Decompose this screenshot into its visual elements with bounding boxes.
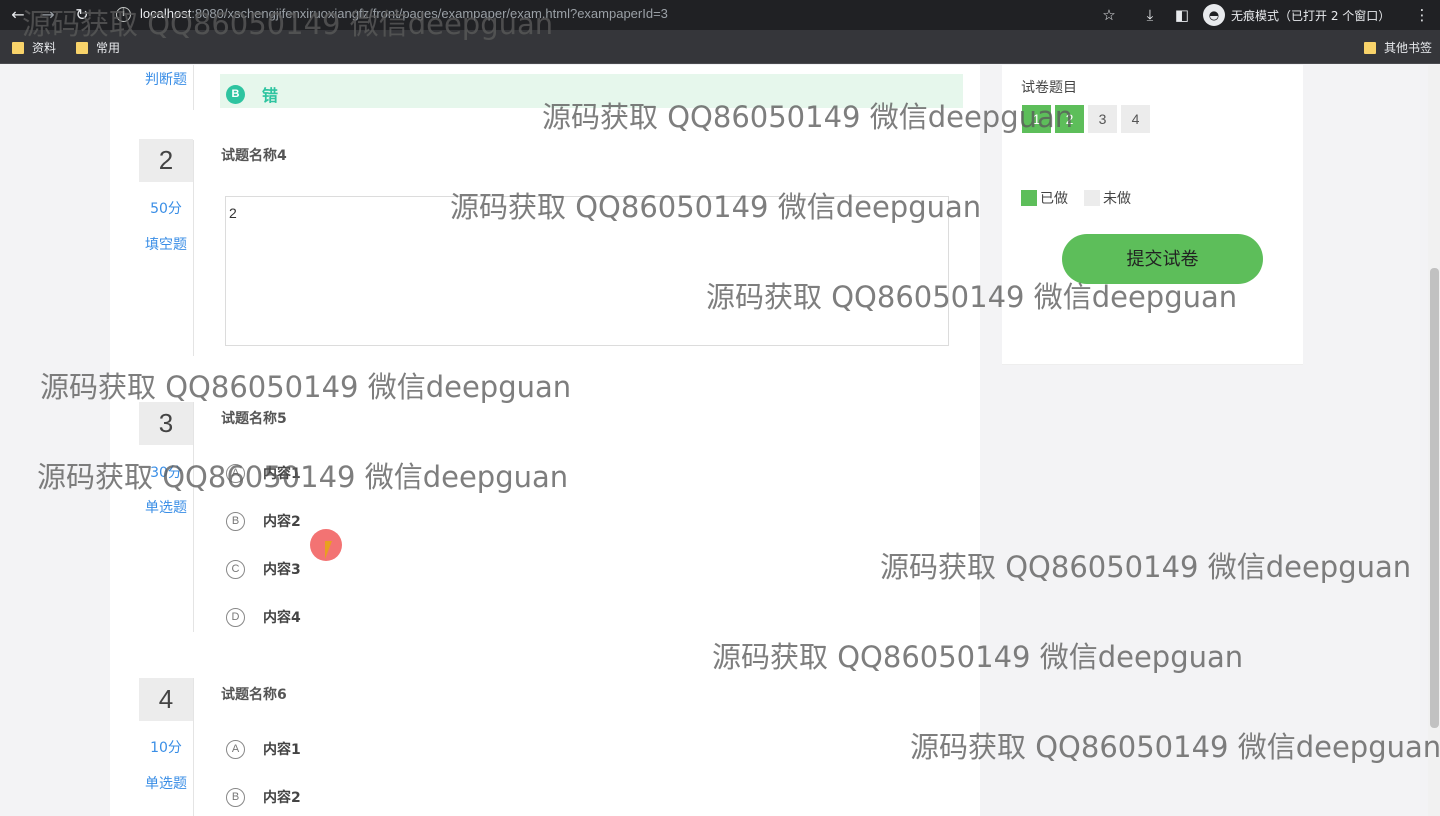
question-number: 2 [139,139,193,182]
page-content: 判断题 B 错 2 50分 填空题 试题名称4 2 3 30分 单选题 试题名称… [0,65,1440,816]
option-text[interactable]: 内容4 [263,607,301,627]
option-letter[interactable]: B [226,512,245,531]
folder-icon [12,41,24,54]
watermark: 源码获取 QQ86050149 微信deepguan [542,100,1074,134]
other-bookmarks[interactable]: 其他书签 [1364,39,1432,56]
question-type: 单选题 [145,776,187,792]
scrollbar-thumb[interactable] [1430,268,1439,728]
question-title: 试题名称6 [221,687,287,703]
legend-done-label: 已做 [1040,191,1068,207]
incognito-label: 无痕模式（已打开 2 个窗口） [1231,8,1391,23]
question-divider [193,402,194,632]
watermark: 源码获取 QQ86050149 微信deepguan [880,550,1412,584]
watermark: 源码获取 QQ86050149 微信deepguan [37,460,569,494]
option-letter[interactable]: B [226,788,245,807]
legend-done-swatch [1021,190,1037,206]
question-type: 填空题 [145,237,187,253]
legend-todo-label: 未做 [1103,191,1131,207]
question-title: 试题名称5 [221,411,287,427]
option-letter[interactable]: C [226,560,245,579]
option-letter-selected[interactable]: B [226,85,245,104]
option-text[interactable]: 内容2 [263,787,301,807]
watermark: 源码获取 QQ86050149 微信deepguan [40,370,572,404]
option-text[interactable]: 内容2 [263,511,301,531]
other-bookmarks-label: 其他书签 [1384,41,1433,55]
option-letter[interactable]: A [226,740,245,759]
option-letter[interactable]: D [226,608,245,627]
incognito-indicator[interactable]: ◓ 无痕模式（已打开 2 个窗口） [1203,3,1390,27]
option-text[interactable]: 内容3 [263,559,301,579]
question-title: 试题名称4 [221,148,287,164]
incognito-icon: ◓ [1203,4,1225,26]
bookmark-star-icon[interactable]: ☆ [1099,5,1119,25]
legend-todo-swatch [1084,190,1100,206]
watermark: 源码获取 QQ86050149 微信deepguan [706,280,1238,314]
download-icon[interactable]: ⤓ [1140,5,1160,25]
nav-question-4[interactable]: 4 [1121,105,1150,133]
folder-icon [1364,41,1376,54]
question-number: 4 [139,678,193,721]
option-text[interactable]: 内容1 [263,739,301,759]
watermark: 源码获取 QQ86050149 微信deepguan [450,190,982,224]
question-type: 单选题 [145,500,187,516]
folder-icon [76,41,88,54]
watermark: 源码获取 QQ86050149 微信deepguan [910,730,1440,764]
cursor-arrow-icon [325,541,339,559]
question-score: 50分 [150,201,182,217]
menu-icon[interactable]: ⋮ [1412,5,1432,25]
side-panel-icon[interactable]: ◧ [1172,5,1192,25]
question-number: 3 [139,402,193,445]
nav-question-3[interactable]: 3 [1088,105,1117,133]
legend-todo: 未做 [1084,188,1131,208]
legend-done: 已做 [1021,188,1068,208]
watermark: 源码获取 QQ86050149 微信deepguan [22,7,554,41]
question-type: 判断题 [145,72,187,88]
question-score: 10分 [150,740,182,756]
option-text-selected[interactable]: 错 [262,82,278,106]
watermark: 源码获取 QQ86050149 微信deepguan [712,640,1244,674]
